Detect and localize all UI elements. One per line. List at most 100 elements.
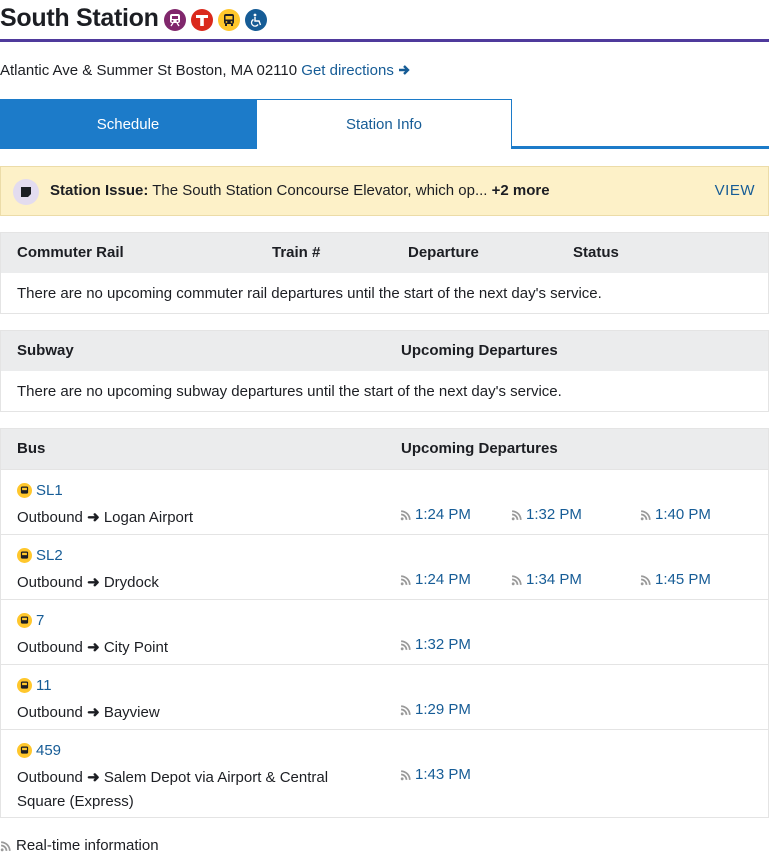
arrow-right-icon [399,65,410,75]
bus-icon [17,678,32,693]
bus-icon [17,743,32,758]
route-headsign: Drydock [103,574,159,591]
departure-time: 1:34 PM [511,571,582,588]
route-link[interactable]: 11 [17,677,52,694]
route-headsign: Bayview [103,704,160,721]
route-direction: Outbound [17,574,83,591]
subway-t-icon [191,9,213,31]
time-value: 1:24 PM [415,506,471,523]
bus-icon [17,548,32,563]
upcoming-departures-heading: Upcoming Departures [401,342,558,359]
route-link[interactable]: SL1 [17,482,63,499]
alert-text: Station Issue: The South Station Concour… [50,182,550,199]
time-value: 1:29 PM [415,701,471,718]
route-number: 7 [36,612,45,629]
time-value: 1:24 PM [415,571,471,588]
departure-time: 1:24 PM [400,571,471,588]
time-value: 1:34 PM [526,571,582,588]
bus-icon [17,613,32,628]
tab-station-info[interactable]: Station Info [256,99,512,149]
station-header: South Station [0,0,769,42]
commuter-rail-icon [164,9,186,31]
subway-message-row: There are no upcoming subway departures … [1,371,768,412]
route-direction: Outbound [17,639,83,656]
alert-icon [13,179,39,205]
station-address: Atlantic Ave & Summer St Boston, MA 0211… [0,62,410,79]
commuter-rail-heading: Commuter Rail [17,244,124,261]
station-alert[interactable]: Station Issue: The South Station Concour… [0,166,769,216]
realtime-icon [640,510,651,521]
route-headsign: Salem Depot via Airport & Central [103,769,329,786]
route-headsign: Logan Airport [103,509,194,526]
bus-section: Bus Upcoming Departures SL1 Outbound ➜ L… [0,428,769,818]
address-text: Atlantic Ave & Summer St Boston, MA 0211… [0,62,298,79]
realtime-icon [511,575,522,586]
time-value: 1:32 PM [415,636,471,653]
route-destination: Outbound ➜ Logan Airport [17,506,193,530]
subway-message: There are no upcoming subway departures … [17,383,562,400]
time-value: 1:40 PM [655,506,711,523]
bus-route-row: 459 Outbound ➜ Salem Depot via Airport &… [1,729,768,817]
time-value: 1:43 PM [415,766,471,783]
tab-schedule[interactable]: Schedule [0,99,256,149]
alert-message: The South Station Concourse Elevator, wh… [152,182,488,199]
route-headsign: City Point [103,639,169,656]
route-destination: Outbound ➜ City Point [17,636,168,660]
realtime-icon [400,770,411,781]
commuter-rail-header: Commuter Rail Train # Departure Status [1,233,768,273]
realtime-icon [511,510,522,521]
bus-header: Bus Upcoming Departures [1,429,768,469]
departure-time: 1:43 PM [400,766,471,783]
station-title: South Station [0,4,159,32]
bus-icon [17,483,32,498]
commuter-rail-section: Commuter Rail Train # Departure Status T… [0,232,769,314]
route-destination: Outbound ➜ Drydock [17,571,159,595]
departure-time: 1:24 PM [400,506,471,523]
route-number: 11 [36,677,52,694]
alert-view-link[interactable]: VIEW [715,182,755,199]
bus-heading: Bus [17,440,46,457]
departure-time: 1:40 PM [640,506,711,523]
realtime-icon [400,510,411,521]
arrow-right-icon: ➜ [87,704,100,721]
realtime-legend: Real-time information [0,837,159,854]
subway-section: Subway Upcoming Departures There are no … [0,330,769,412]
accessible-icon [245,9,267,31]
get-directions-link[interactable]: Get directions [301,62,410,79]
arrow-right-icon: ➜ [87,639,100,656]
bus-icon [218,9,240,31]
route-direction: Outbound [17,704,83,721]
route-destination: Outbound ➜ Salem Depot via Airport & Cen… [17,766,328,814]
bus-route-row: SL2 Outbound ➜ Drydock 1:24 PM 1:34 PM 1… [1,534,768,599]
departure-time: 1:32 PM [400,636,471,653]
departure-time: 1:32 PM [511,506,582,523]
bus-route-row: SL1 Outbound ➜ Logan Airport 1:24 PM 1:3… [1,469,768,534]
commuter-rail-message: There are no upcoming commuter rail depa… [17,285,602,302]
realtime-icon [400,640,411,651]
departure-heading: Departure [408,244,479,261]
time-value: 1:32 PM [526,506,582,523]
commuter-rail-message-row: There are no upcoming commuter rail depa… [1,273,768,314]
route-headsign-continued: Square (Express) [17,793,134,810]
route-link[interactable]: 459 [17,742,61,759]
route-number: SL2 [36,547,63,564]
subway-heading: Subway [17,342,74,359]
realtime-icon [400,705,411,716]
bus-upcoming-departures-heading: Upcoming Departures [401,440,558,457]
time-value: 1:45 PM [655,571,711,588]
bus-route-row: 11 Outbound ➜ Bayview 1:29 PM [1,664,768,729]
route-direction: Outbound [17,509,83,526]
alert-more: +2 more [491,182,550,199]
route-destination: Outbound ➜ Bayview [17,701,160,725]
realtime-icon [640,575,651,586]
realtime-icon [0,841,11,852]
route-number: SL1 [36,482,63,499]
realtime-legend-label: Real-time information [16,837,159,854]
arrow-right-icon: ➜ [87,509,100,526]
route-direction: Outbound [17,769,83,786]
route-link[interactable]: 7 [17,612,44,629]
arrow-right-icon: ➜ [87,574,100,591]
station-tabs: Schedule Station Info [0,99,769,149]
departure-time: 1:29 PM [400,701,471,718]
route-link[interactable]: SL2 [17,547,63,564]
